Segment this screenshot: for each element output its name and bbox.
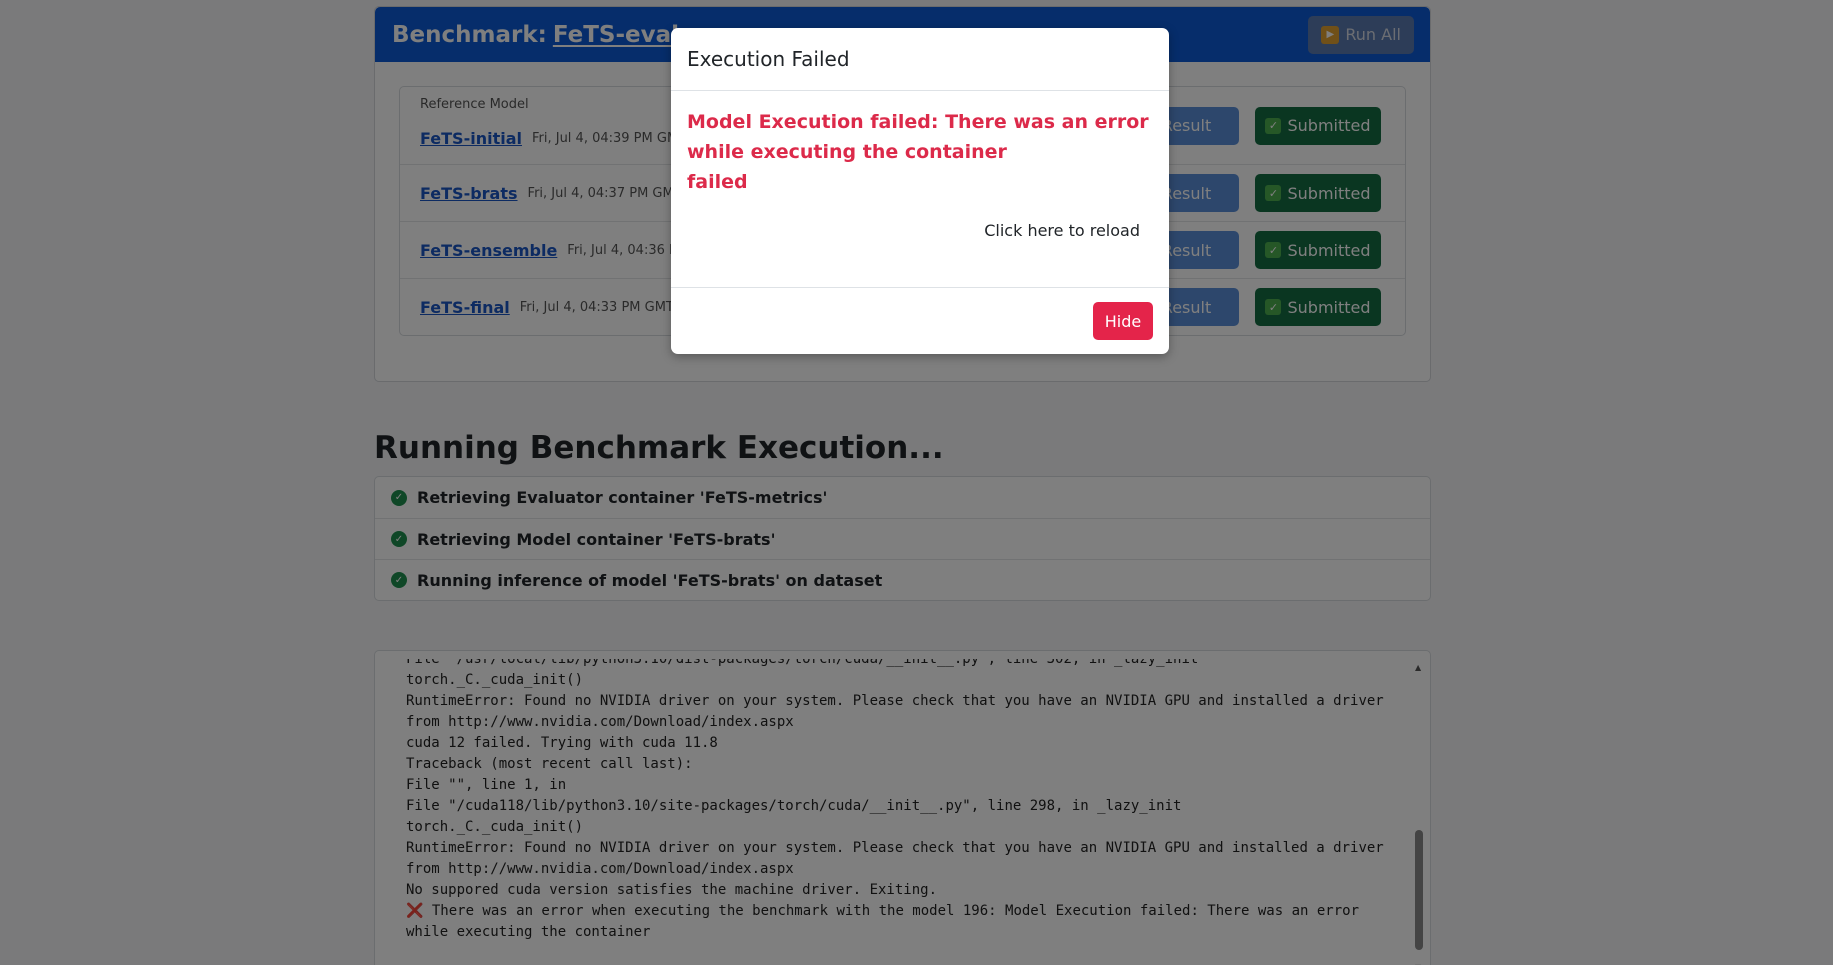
execution-failed-modal: Execution Failed Model Execution failed:… — [671, 28, 1169, 354]
error-message: Model Execution failed: There was an err… — [687, 107, 1153, 197]
error-message-line: Model Execution failed: There was an err… — [687, 111, 1149, 163]
hide-button[interactable]: Hide — [1093, 302, 1153, 340]
modal-title: Execution Failed — [671, 28, 1169, 91]
modal-footer: Hide — [671, 288, 1169, 354]
reload-link[interactable]: Click here to reload — [687, 221, 1153, 240]
modal-body: Model Execution failed: There was an err… — [671, 91, 1169, 288]
error-message-line: failed — [687, 171, 748, 193]
